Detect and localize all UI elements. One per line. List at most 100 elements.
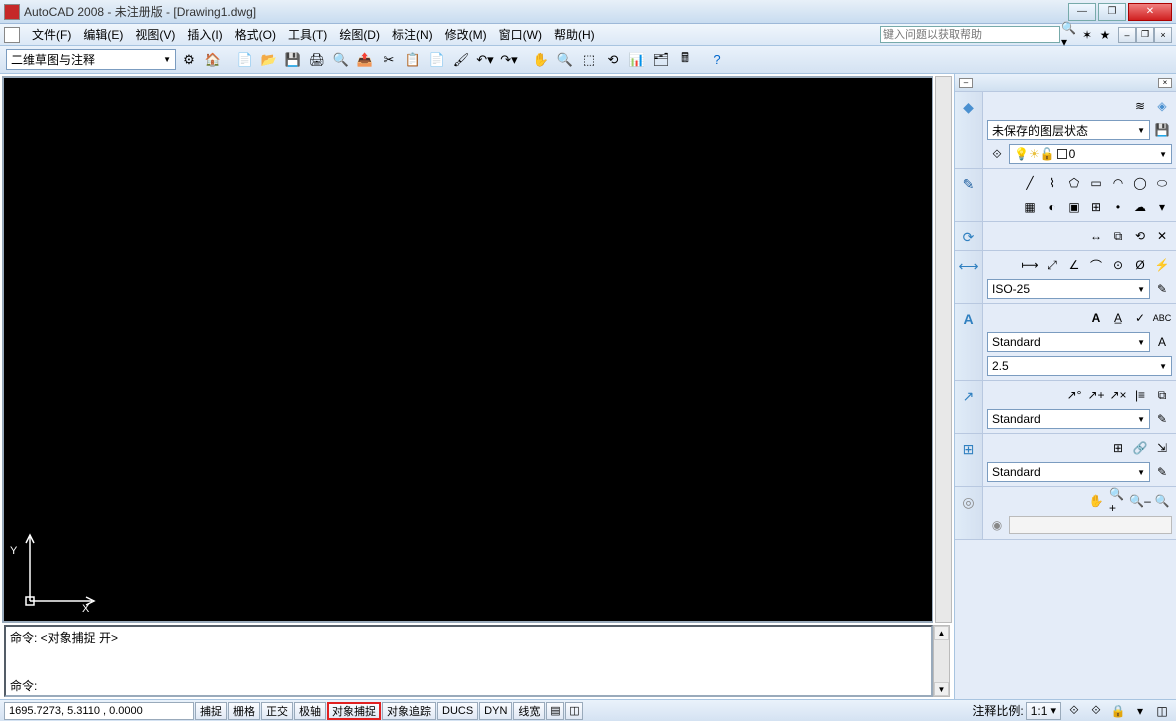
layer-combo[interactable]: 💡 ☀ 🔓 0 ▼	[1009, 144, 1172, 164]
ellipse-icon[interactable]: ⬭	[1152, 173, 1172, 193]
table-extract-icon[interactable]: ⇲	[1152, 438, 1172, 458]
vertical-scrollbar[interactable]	[935, 76, 952, 623]
dim-arc-icon[interactable]: ⌒	[1086, 255, 1106, 275]
command-scrollbar[interactable]: ▲ ▼	[933, 625, 950, 697]
zoom-window-icon[interactable]: ⬚	[578, 49, 600, 71]
ducs-toggle[interactable]: DUCS	[437, 702, 478, 720]
menu-window[interactable]: 窗口(W)	[493, 24, 548, 45]
nav-zoom-ext-icon[interactable]: 🔍+	[1108, 491, 1128, 511]
mleaderstyle-combo[interactable]: Standard ▼	[987, 409, 1150, 429]
draw-tab-icon[interactable]: ✎	[960, 175, 978, 193]
properties-icon[interactable]: 📊	[626, 49, 648, 71]
matchprop-icon[interactable]: 🖌	[450, 49, 472, 71]
pline-icon[interactable]: ⌇	[1042, 173, 1062, 193]
mleader-icon[interactable]: ↗°	[1064, 385, 1084, 405]
search-icon[interactable]: 🔍▾	[1060, 26, 1078, 44]
nav-pan-icon[interactable]: ✋	[1086, 491, 1106, 511]
textheight-combo[interactable]: 2.5 ▼	[987, 356, 1172, 376]
ann-scale-combo[interactable]: 1:1 ▾	[1026, 702, 1061, 720]
publish-icon[interactable]: 📤	[354, 49, 376, 71]
calculator-icon[interactable]: 🖩	[674, 49, 696, 71]
print-icon[interactable]: 🖨	[306, 49, 328, 71]
redo-icon[interactable]: ↷▾	[498, 49, 520, 71]
layers-tab-icon[interactable]: ◆	[960, 98, 978, 116]
ann-autoscale-icon[interactable]: ⟐	[1064, 701, 1084, 721]
ortho-toggle[interactable]: 正交	[261, 702, 293, 720]
toolpalette-icon[interactable]: 🏠	[202, 49, 224, 71]
status-extra-icon[interactable]: ◫	[565, 702, 583, 720]
menu-view[interactable]: 视图(V)	[129, 24, 181, 45]
save-icon[interactable]: 💾	[282, 49, 304, 71]
coords-readout[interactable]: 1695.7273, 5.3110 , 0.0000	[4, 702, 194, 720]
dimension-tab-icon[interactable]: ⟷	[960, 257, 978, 275]
mleader-add-icon[interactable]: ↗+	[1086, 385, 1106, 405]
circle-icon[interactable]: ◯	[1130, 173, 1150, 193]
favorites-icon[interactable]: ★	[1096, 26, 1114, 44]
grid-toggle[interactable]: 栅格	[228, 702, 260, 720]
workspace-settings-icon[interactable]: ⚙	[178, 49, 200, 71]
workspace-combo[interactable]: 二维草图与注释 ▼	[6, 49, 176, 70]
help-icon[interactable]: ?	[706, 49, 728, 71]
mdi-close-button[interactable]: ×	[1154, 27, 1172, 43]
zoom-icon[interactable]: 🔍	[554, 49, 576, 71]
find-text-icon[interactable]: ABC	[1152, 308, 1172, 328]
nav-zoom-icon[interactable]: 🔍	[1152, 491, 1172, 511]
layer-state-combo[interactable]: 未保存的图层状态 ▼	[987, 120, 1150, 140]
scroll-up-icon[interactable]: ▲	[934, 626, 949, 640]
tablestyle-combo[interactable]: Standard ▼	[987, 462, 1150, 482]
comm-center-icon[interactable]: ✶	[1078, 26, 1096, 44]
app-menu-icon[interactable]	[4, 27, 20, 43]
menu-modify[interactable]: 修改(M)	[439, 24, 493, 45]
dim-more-icon[interactable]: ⚡	[1152, 255, 1172, 275]
dim-diameter-icon[interactable]: Ø	[1130, 255, 1150, 275]
move-icon[interactable]: ↔	[1086, 226, 1106, 246]
clean-screen-icon[interactable]: ◫	[1152, 701, 1172, 721]
drawing-canvas[interactable]: Y X	[2, 76, 933, 623]
textstyle-combo[interactable]: Standard ▼	[987, 332, 1150, 352]
spellcheck-icon[interactable]: ✓	[1130, 308, 1150, 328]
menu-dimension[interactable]: 标注(N)	[386, 24, 439, 45]
menu-tools[interactable]: 工具(T)	[282, 24, 333, 45]
scroll-down-icon[interactable]: ▼	[934, 682, 949, 696]
panel-close-button[interactable]: ×	[1158, 78, 1172, 88]
open-icon[interactable]: 📂	[258, 49, 280, 71]
copy-obj-icon[interactable]: ⧉	[1108, 226, 1128, 246]
dim-angular-icon[interactable]: ∠	[1064, 255, 1084, 275]
snap-toggle[interactable]: 捕捉	[195, 702, 227, 720]
close-button[interactable]: ✕	[1128, 3, 1172, 21]
menu-format[interactable]: 格式(O)	[229, 24, 282, 45]
polar-toggle[interactable]: 极轴	[294, 702, 326, 720]
region-icon[interactable]: ▣	[1064, 197, 1084, 217]
menu-file[interactable]: 文件(F)	[26, 24, 77, 45]
table-tab-icon[interactable]: ⊞	[960, 440, 978, 458]
layer-state-save-icon[interactable]: 💾	[1152, 120, 1172, 140]
menu-draw[interactable]: 绘图(D)	[333, 24, 386, 45]
paste-icon[interactable]: 📄	[426, 49, 448, 71]
dimstyle-edit-icon[interactable]: ✎	[1152, 279, 1172, 299]
lwt-toggle[interactable]: 线宽	[513, 702, 545, 720]
nav-orbit-icon[interactable]: ◉	[987, 515, 1007, 535]
otrack-toggle[interactable]: 对象追踪	[382, 702, 436, 720]
tablestyle-edit-icon[interactable]: ✎	[1152, 462, 1172, 482]
dimstyle-combo[interactable]: ISO-25 ▼	[987, 279, 1150, 299]
text-tab-icon[interactable]: A	[960, 310, 978, 328]
arc-icon[interactable]: ◠	[1108, 173, 1128, 193]
polygon-icon[interactable]: ⬠	[1064, 173, 1084, 193]
undo-icon[interactable]: ↶▾	[474, 49, 496, 71]
mtext-icon[interactable]: A	[1086, 308, 1106, 328]
more-draw-icon[interactable]: ▾	[1152, 197, 1172, 217]
dyn-toggle[interactable]: DYN	[479, 702, 512, 720]
dim-radius-icon[interactable]: ⊙	[1108, 255, 1128, 275]
mleader-align-icon[interactable]: |≡	[1130, 385, 1150, 405]
minimize-button[interactable]: —	[1068, 3, 1096, 21]
ann-lock-icon[interactable]: 🔒	[1108, 701, 1128, 721]
mleader-remove-icon[interactable]: ↗×	[1108, 385, 1128, 405]
command-window[interactable]: 命令: <对象捕捉 开> 命令:	[4, 625, 933, 697]
dim-linear-icon[interactable]: ⟼	[1020, 255, 1040, 275]
copy-icon[interactable]: 📋	[402, 49, 424, 71]
leader-tab-icon[interactable]: ↗	[960, 387, 978, 405]
ann-visibility-icon[interactable]: ⟐	[1086, 701, 1106, 721]
gradient-icon[interactable]: ◐	[1042, 197, 1062, 217]
mdi-restore-button[interactable]: ❐	[1136, 27, 1154, 43]
layer-filter-icon[interactable]: ⟐	[987, 144, 1007, 164]
